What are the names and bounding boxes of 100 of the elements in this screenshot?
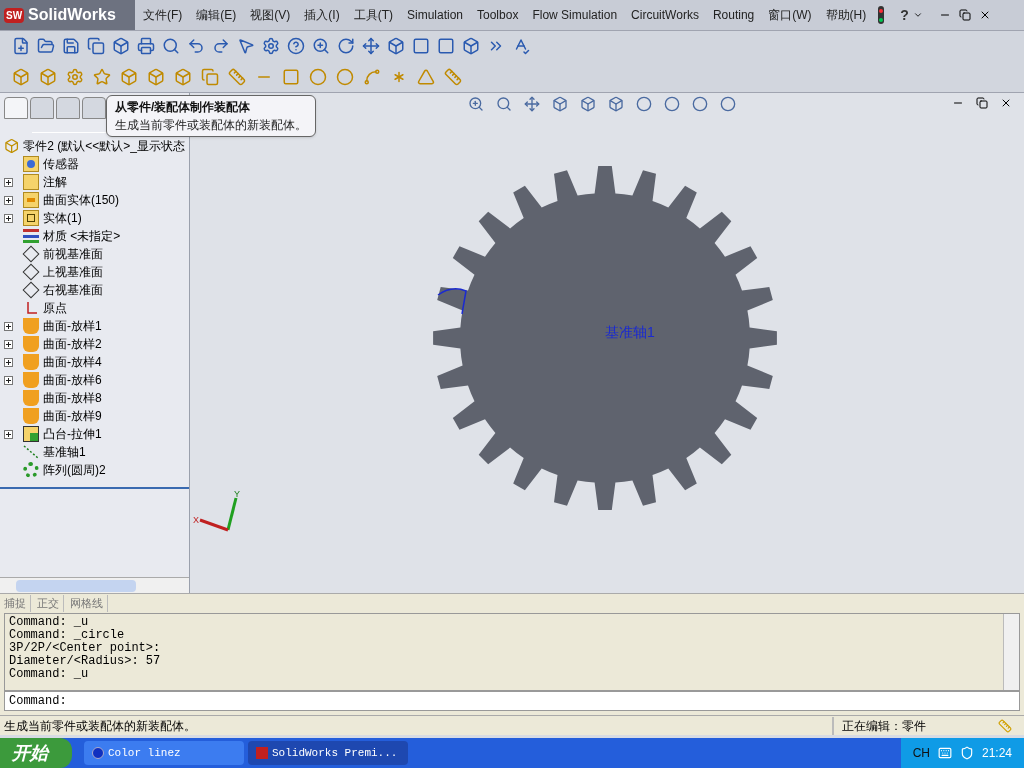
expand-icon[interactable] bbox=[4, 213, 13, 223]
view-tool-icon[interactable] bbox=[692, 96, 708, 112]
menu-item[interactable]: 文件(F) bbox=[143, 6, 183, 24]
expand-icon[interactable] bbox=[4, 177, 13, 187]
tree-item[interactable]: 曲面-放样9 bbox=[43, 407, 102, 425]
command-input[interactable]: Command: bbox=[4, 691, 1020, 711]
menu-item[interactable]: 工具(T) bbox=[353, 6, 393, 24]
language-indicator[interactable]: CH bbox=[912, 744, 930, 762]
taskbar-button[interactable]: SolidWorks Premi... bbox=[248, 741, 408, 765]
tree-item[interactable]: 曲面-放样4 bbox=[43, 353, 102, 371]
app-name: SolidWorks bbox=[28, 5, 116, 25]
snap-toggle[interactable]: 网格线 bbox=[70, 595, 108, 612]
tree-item[interactable]: 曲面-放样6 bbox=[43, 371, 102, 389]
view-tool-icon[interactable] bbox=[496, 96, 512, 112]
view-tool-icon[interactable] bbox=[552, 96, 568, 112]
tree-item[interactable]: 材质 <未指定> bbox=[43, 227, 121, 245]
menu-item[interactable]: Simulation bbox=[407, 6, 463, 24]
new-file-icon[interactable] bbox=[12, 37, 30, 55]
folder-icon[interactable] bbox=[37, 37, 55, 55]
tooltip-text: 生成当前零件或装配体的新装配体。 bbox=[115, 117, 307, 134]
tree-item[interactable]: 曲面实体(150) bbox=[43, 191, 119, 209]
menu-item[interactable]: 插入(I) bbox=[304, 6, 340, 24]
dropdown-icon[interactable] bbox=[912, 10, 923, 20]
taskbar-button[interactable]: Color linez bbox=[84, 741, 244, 765]
shield-icon[interactable] bbox=[959, 746, 974, 760]
expand-icon[interactable] bbox=[4, 429, 13, 439]
command-line: Diameter/<Radius>: 57 bbox=[9, 655, 162, 668]
view-tool-icon[interactable] bbox=[636, 96, 652, 112]
menu-item[interactable]: Flow Simulation bbox=[532, 6, 618, 24]
menu-item[interactable]: 编辑(E) bbox=[196, 6, 237, 24]
help-menu-button[interactable]: ? bbox=[900, 4, 909, 26]
undo-icon[interactable] bbox=[187, 37, 205, 55]
tree-item[interactable]: 阵列(圆周)2 bbox=[43, 461, 106, 479]
view-tool-icon[interactable] bbox=[468, 96, 484, 112]
triad-x-label: X bbox=[193, 514, 199, 527]
restore-icon[interactable] bbox=[976, 97, 988, 109]
keyboard-icon[interactable] bbox=[937, 746, 952, 760]
isometric-icon[interactable] bbox=[462, 37, 480, 55]
pointer-icon[interactable] bbox=[237, 37, 255, 55]
snap-toggle[interactable]: 捕捉 bbox=[4, 595, 31, 612]
view-cube-icon[interactable] bbox=[387, 37, 405, 55]
expand-icon[interactable] bbox=[4, 339, 13, 349]
horizontal-scrollbar[interactable] bbox=[0, 577, 189, 593]
tooltip-title: 从零件/装配体制作装配体 bbox=[115, 99, 252, 116]
options-icon[interactable] bbox=[262, 37, 280, 55]
view-tool-icon[interactable] bbox=[524, 96, 540, 112]
tree-item[interactable]: 基准轴1 bbox=[43, 443, 86, 461]
menu-item[interactable]: CircuitWorks bbox=[631, 6, 699, 24]
expand-icon[interactable] bbox=[4, 321, 13, 331]
redo-icon[interactable] bbox=[212, 37, 230, 55]
close-icon[interactable] bbox=[1000, 97, 1012, 109]
save-icon[interactable] bbox=[62, 37, 80, 55]
zoom-icon[interactable] bbox=[312, 37, 330, 55]
tree-item[interactable]: 右视基准面 bbox=[43, 281, 103, 299]
tree-item[interactable]: 上视基准面 bbox=[43, 263, 103, 281]
loft-icon bbox=[23, 354, 39, 370]
triad-y-label: Y bbox=[234, 488, 240, 501]
snap-toggle[interactable]: 正交 bbox=[37, 595, 64, 612]
feature-tree-tab[interactable] bbox=[4, 97, 28, 119]
tree-item[interactable]: 注解 bbox=[43, 173, 67, 191]
menu-item[interactable]: Toolbox bbox=[477, 6, 519, 24]
tree-item[interactable]: 凸台-拉伸1 bbox=[43, 425, 102, 443]
tree-item[interactable]: 前视基准面 bbox=[43, 245, 103, 263]
rotate-icon[interactable] bbox=[337, 37, 355, 55]
menu-item[interactable]: 窗口(W) bbox=[768, 6, 812, 24]
clock: 21:24 bbox=[981, 745, 1012, 762]
vertical-scrollbar[interactable] bbox=[1003, 614, 1019, 690]
surface-folder-icon bbox=[23, 192, 39, 208]
tree-item[interactable]: 传感器 bbox=[43, 155, 79, 173]
tree-item[interactable]: 原点 bbox=[43, 299, 67, 317]
view-tool-icon[interactable] bbox=[608, 96, 624, 112]
menu-item[interactable]: 帮助(H) bbox=[825, 6, 867, 24]
tree-root[interactable]: 零件2 (默认<<默认>_显示状态 bbox=[23, 137, 185, 155]
pan-icon[interactable] bbox=[362, 37, 380, 55]
traffic-light-icon[interactable] bbox=[878, 6, 885, 24]
top-view-icon[interactable] bbox=[437, 37, 455, 55]
printer-icon[interactable] bbox=[137, 37, 155, 55]
expand-icon[interactable] bbox=[4, 195, 13, 205]
preview-icon[interactable] bbox=[162, 37, 180, 55]
restore-icon[interactable] bbox=[958, 9, 971, 21]
menu-item[interactable]: Routing bbox=[712, 6, 755, 24]
tree-item[interactable]: 曲面-放样2 bbox=[43, 335, 102, 353]
loft-icon bbox=[23, 336, 39, 352]
expand-icon[interactable] bbox=[4, 357, 13, 367]
view-tool-icon[interactable] bbox=[580, 96, 596, 112]
start-button[interactable]: 开始 bbox=[0, 738, 72, 768]
solid-folder-icon bbox=[23, 210, 39, 226]
help-icon[interactable] bbox=[287, 37, 305, 55]
loft-icon bbox=[23, 390, 39, 406]
tree-item[interactable]: 实体(1) bbox=[43, 209, 82, 227]
expand-icon[interactable] bbox=[4, 375, 13, 385]
view-tool-icon[interactable] bbox=[720, 96, 736, 112]
front-view-icon[interactable] bbox=[412, 37, 430, 55]
axis-icon bbox=[23, 444, 39, 460]
tree-item[interactable]: 曲面-放样1 bbox=[43, 317, 102, 335]
view-tool-icon[interactable] bbox=[664, 96, 680, 112]
menu-item[interactable]: 视图(V) bbox=[250, 6, 291, 24]
tree-item[interactable]: 曲面-放样8 bbox=[43, 389, 102, 407]
command-line: 3P/2P/<Center point>: bbox=[9, 642, 162, 655]
assembly-icon[interactable] bbox=[112, 37, 130, 55]
